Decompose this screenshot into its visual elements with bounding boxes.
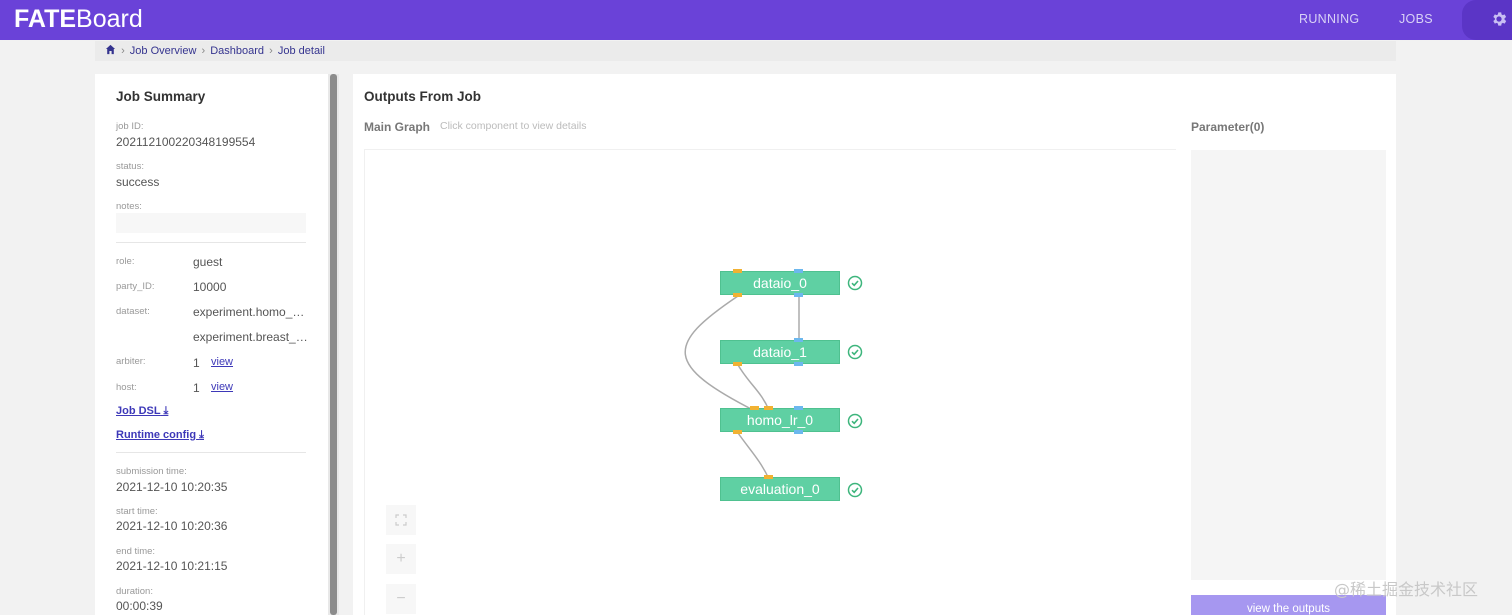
check-circle-icon — [847, 482, 863, 498]
breadcrumb-job-detail: Job detail — [277, 45, 325, 57]
fullscreen-button[interactable] — [386, 505, 416, 535]
start-time-value: 2021-12-10 10:20:36 — [116, 519, 228, 533]
dataset-value-2: experiment.breast_homo_guest — [193, 330, 308, 344]
check-circle-icon — [847, 275, 863, 291]
top-header: FATEBoard RUNNING JOBS — [0, 0, 1512, 40]
breadcrumb-separator: › — [269, 45, 273, 57]
download-icon: ⤓ — [163, 405, 169, 417]
nav-running[interactable]: RUNNING — [1299, 12, 1359, 26]
role-value: guest — [193, 255, 223, 269]
submission-time-label: submission time: — [116, 466, 187, 477]
settings-button[interactable] — [1462, 0, 1512, 40]
watermark: @稀土掘金技术社区 — [1334, 580, 1479, 599]
graph-node-homo-lr-0[interactable]: homo_lr_0 — [720, 408, 840, 432]
breadcrumb-separator: › — [201, 45, 206, 57]
runtime-config-label: Runtime config — [116, 429, 197, 441]
graph-node-dataio-0[interactable]: dataio_0 — [720, 271, 840, 295]
node-port — [794, 338, 803, 342]
breadcrumb: › Job Overview › Dashboard › Job detail — [95, 41, 1396, 61]
divider — [116, 242, 306, 243]
parameter-title: Parameter(0) — [1191, 120, 1265, 134]
status-value: success — [116, 175, 160, 189]
brand-bold: FATE — [14, 5, 77, 33]
party-id-label: party_ID: — [116, 281, 155, 292]
node-port — [733, 430, 742, 434]
node-port — [794, 293, 803, 297]
divider — [116, 452, 306, 453]
main-graph-hint: Click component to view details — [440, 120, 587, 132]
app-logo[interactable]: FATEBoard — [14, 5, 143, 34]
dataset-label: dataset: — [116, 306, 150, 317]
host-label: host: — [116, 382, 137, 393]
node-port — [750, 406, 759, 410]
host-view-link[interactable]: view — [211, 381, 233, 393]
node-port — [794, 269, 803, 273]
host-count: 1 — [193, 381, 200, 395]
node-port — [733, 293, 742, 297]
party-id-value: 10000 — [193, 280, 227, 294]
download-icon: ⤓ — [199, 429, 204, 441]
brand-light: Board — [76, 5, 143, 33]
check-circle-icon — [847, 344, 863, 360]
arbiter-label: arbiter: — [116, 356, 146, 367]
zoom-in-button[interactable]: + — [386, 544, 416, 574]
node-port — [764, 475, 773, 479]
arbiter-count: 1 — [193, 356, 200, 370]
graph-canvas[interactable]: dataio_0 dataio_1 homo_lr_0 evaluation_0… — [364, 149, 1176, 615]
parameter-box — [1191, 150, 1386, 580]
node-port — [794, 406, 803, 410]
graph-node-dataio-1[interactable]: dataio_1 — [720, 340, 840, 364]
duration-label: duration: — [116, 586, 153, 597]
notes-field[interactable] — [116, 213, 306, 233]
job-dsl-label: Job DSL — [116, 405, 161, 417]
job-id-label: job ID: — [116, 121, 144, 132]
home-icon[interactable] — [105, 44, 116, 55]
zoom-out-button[interactable]: − — [386, 584, 416, 614]
job-id-value: 202112100220348199554 — [116, 135, 256, 149]
outputs-title: Outputs From Job — [364, 89, 481, 104]
gear-icon — [1493, 12, 1507, 26]
breadcrumb-job-overview[interactable]: Job Overview — [130, 45, 197, 57]
end-time-label: end time: — [116, 546, 156, 557]
duration-value: 00:00:39 — [116, 599, 163, 613]
node-port — [794, 430, 803, 434]
runtime-config-download[interactable]: Runtime config ⤓ — [116, 429, 204, 442]
main-graph-title: Main Graph — [364, 120, 431, 134]
node-port — [733, 362, 742, 366]
check-circle-icon — [847, 413, 863, 429]
job-summary-panel: Job Summary job ID: 20211210022034819955… — [95, 74, 328, 615]
dataset-value-1: experiment.homo_breast_homo_guest — [193, 305, 308, 319]
submission-time-value: 2021-12-10 10:20:35 — [116, 480, 228, 494]
node-port — [733, 269, 742, 273]
scrollbar-thumb[interactable] — [330, 74, 337, 615]
graph-edges — [684, 295, 800, 480]
nav-jobs[interactable]: JOBS — [1399, 12, 1433, 26]
breadcrumb-dashboard[interactable]: Dashboard — [210, 45, 264, 57]
notes-label: notes: — [116, 201, 142, 212]
node-port — [764, 406, 773, 410]
outputs-panel: Outputs From Job Main Graph Click compon… — [353, 74, 1396, 615]
status-label: status: — [116, 161, 144, 172]
fullscreen-icon — [395, 514, 407, 526]
job-dsl-download[interactable]: Job DSL ⤓ — [116, 405, 168, 418]
breadcrumb-separator: › — [121, 45, 125, 57]
arbiter-view-link[interactable]: view — [211, 356, 233, 368]
role-label: role: — [116, 256, 135, 267]
job-summary-title: Job Summary — [116, 89, 206, 104]
graph-node-evaluation-0[interactable]: evaluation_0 — [720, 477, 840, 501]
node-port — [794, 362, 803, 366]
end-time-value: 2021-12-10 10:21:15 — [116, 559, 228, 573]
start-time-label: start time: — [116, 506, 158, 517]
